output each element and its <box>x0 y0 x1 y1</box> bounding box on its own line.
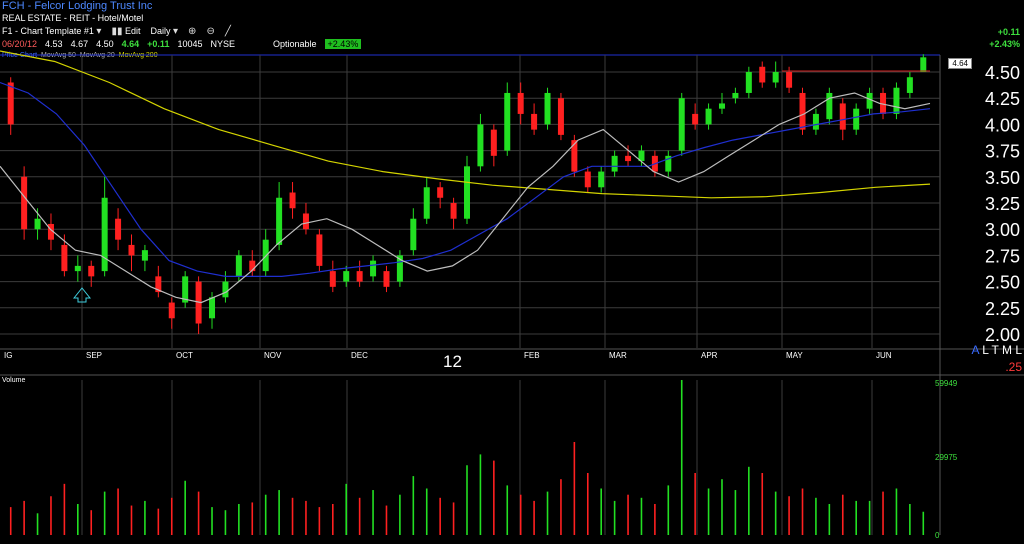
candle-body <box>705 108 712 125</box>
candle-body <box>168 302 175 319</box>
y-tick-label: 4.50 <box>985 63 1020 83</box>
candle-body <box>356 271 363 282</box>
candle-body <box>343 271 350 282</box>
candle-body <box>450 203 457 219</box>
candle-body <box>557 98 564 135</box>
altml-indicator[interactable]: A L T M L <box>972 343 1022 357</box>
y-tick-label: 3.75 <box>985 142 1020 162</box>
month-label: NOV <box>264 351 282 360</box>
candle-body <box>772 72 779 83</box>
month-label: DEC <box>351 351 368 360</box>
price-chart[interactable]: 4.50 4.25 4.00 3.75 3.50 3.25 3.00 2.75 2.50 2.25… <box>0 0 1024 544</box>
candle-body <box>893 87 900 114</box>
volume-label: Volume <box>2 377 26 384</box>
y-tick-label: 4.25 <box>985 89 1020 109</box>
y-tick-label: 3.00 <box>985 220 1020 240</box>
candle-body <box>812 113 819 130</box>
candle-body <box>692 113 699 125</box>
candle-body <box>141 250 148 261</box>
altml-a: A <box>971 343 979 357</box>
candle-body <box>88 265 95 277</box>
month-label: APR <box>701 351 718 360</box>
candle-body <box>477 124 484 167</box>
month-label: SEP <box>86 351 102 360</box>
candle-body <box>115 218 122 240</box>
y-tick-label: 2.25 <box>985 299 1020 319</box>
candle-body <box>611 155 618 172</box>
candle-body <box>316 234 323 266</box>
candle-body <box>490 129 497 156</box>
altml-rest: L T M L <box>982 343 1022 357</box>
candle-body <box>732 92 739 99</box>
y-tick-label: 3.25 <box>985 194 1020 214</box>
candle-body <box>718 103 725 109</box>
candle-body <box>7 82 14 125</box>
candle-body <box>786 72 793 88</box>
candle-body <box>531 113 538 130</box>
candle-body <box>61 244 68 272</box>
candle-body <box>289 192 296 209</box>
candle-body <box>276 197 283 245</box>
last-price-tag: 4.64 <box>948 58 972 69</box>
candle-body <box>517 92 524 114</box>
candle-body <box>383 271 390 287</box>
candle-body <box>302 213 309 230</box>
candle-body <box>826 92 833 120</box>
candle-body <box>678 98 685 151</box>
y-tick-label: 2.75 <box>985 246 1020 266</box>
candle-body <box>423 187 430 219</box>
candle-body <box>101 197 108 272</box>
candle-body <box>437 187 444 198</box>
volume-tick-label: 59949 <box>935 379 958 388</box>
candle-body <box>799 92 806 130</box>
month-label: IG <box>4 351 12 360</box>
month-label: JUN <box>876 351 892 360</box>
y-tick-label: 3.50 <box>985 168 1020 188</box>
candle-body <box>34 218 41 230</box>
candle-body <box>222 281 229 298</box>
candle-body <box>410 218 417 251</box>
month-label: MAR <box>609 351 627 360</box>
month-label: FEB <box>524 351 540 360</box>
candle-body <box>920 57 927 72</box>
candle-body <box>853 108 860 130</box>
candle-body <box>759 66 766 83</box>
candle-body <box>504 92 511 151</box>
candle-body <box>209 297 216 319</box>
candle-body <box>906 77 913 93</box>
y-tick-label: 2.50 <box>985 273 1020 293</box>
candle-body <box>584 171 591 188</box>
corner-value: .25 <box>1005 360 1022 374</box>
candle-body <box>598 171 605 188</box>
candle-body <box>21 176 28 230</box>
candle-body <box>464 166 470 219</box>
candle-body <box>74 265 81 272</box>
month-label: OCT <box>176 351 193 360</box>
candle-body <box>839 103 846 130</box>
candle-body <box>866 92 873 109</box>
year-label: 12 <box>443 352 462 371</box>
candle-body <box>329 271 336 287</box>
month-label: MAY <box>786 351 803 360</box>
volume-tick-label: 29975 <box>935 453 958 462</box>
candle-body <box>625 155 632 162</box>
candle-body <box>128 244 135 256</box>
y-tick-label: 4.00 <box>985 115 1020 135</box>
candle-body <box>544 92 551 125</box>
y-tick-label: 2.00 <box>985 325 1020 345</box>
volume-tick-label: 0 <box>935 531 940 540</box>
candle-body <box>235 255 242 277</box>
candle-body <box>745 72 752 93</box>
candle-body <box>370 260 377 277</box>
